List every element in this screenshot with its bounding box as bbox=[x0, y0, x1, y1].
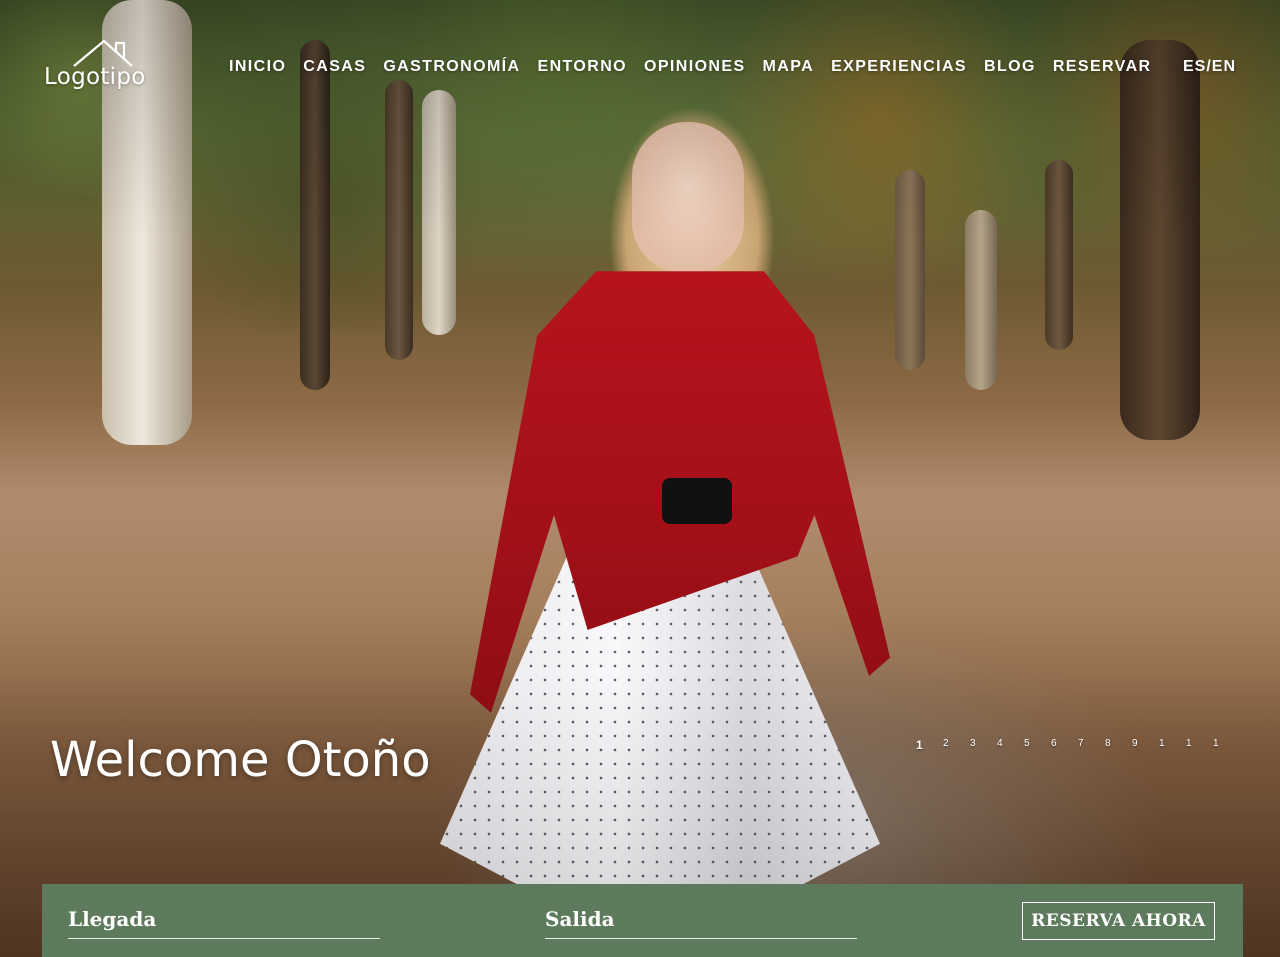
arrival-field bbox=[68, 902, 380, 939]
slide-dot[interactable]: 1 bbox=[1186, 738, 1213, 752]
language-switcher[interactable]: ES/EN bbox=[1183, 58, 1236, 76]
nav-item-experiencias[interactable]: EXPERIENCIAS bbox=[831, 58, 967, 76]
nav-item-mapa[interactable]: MAPA bbox=[763, 58, 815, 76]
main-nav: INICIO CASAS GASTRONOMÍA ENTORNO OPINION… bbox=[229, 58, 1168, 76]
reserve-now-button[interactable]: RESERVA AHORA bbox=[1022, 902, 1215, 940]
arrival-date-input[interactable] bbox=[68, 902, 380, 936]
nav-item-inicio[interactable]: INICIO bbox=[229, 58, 286, 76]
nav-item-casas[interactable]: CASAS bbox=[303, 58, 366, 76]
nav-item-gastronomia[interactable]: GASTRONOMÍA bbox=[383, 58, 520, 76]
slide-dot[interactable]: 5 bbox=[1024, 738, 1051, 752]
slide-dot[interactable]: 1 bbox=[1159, 738, 1186, 752]
logo-link[interactable]: Logotipo bbox=[44, 38, 164, 98]
slide-dot[interactable]: 1 bbox=[1213, 738, 1240, 752]
slide-dot[interactable]: 4 bbox=[997, 738, 1024, 752]
slider-pagination: 1 2 3 4 5 6 7 8 9 1 1 1 bbox=[916, 738, 1240, 752]
slide-title: Welcome Otoño bbox=[50, 732, 431, 789]
logo-text: Logotipo bbox=[44, 64, 146, 90]
booking-bar: RESERVA AHORA bbox=[42, 884, 1243, 957]
departure-date-input[interactable] bbox=[545, 902, 857, 936]
nav-item-blog[interactable]: BLOG bbox=[984, 58, 1036, 76]
departure-field bbox=[545, 902, 857, 939]
slide-dot[interactable]: 9 bbox=[1132, 738, 1159, 752]
nav-item-entorno[interactable]: ENTORNO bbox=[538, 58, 628, 76]
nav-item-opiniones[interactable]: OPINIONES bbox=[644, 58, 746, 76]
slide-dot[interactable]: 7 bbox=[1078, 738, 1105, 752]
slide-dot[interactable]: 8 bbox=[1105, 738, 1132, 752]
slide-dot[interactable]: 1 bbox=[916, 738, 943, 752]
slide-dot[interactable]: 2 bbox=[943, 738, 970, 752]
slide-dot[interactable]: 3 bbox=[970, 738, 997, 752]
photo-overlay bbox=[0, 0, 1280, 957]
hero-slide bbox=[0, 0, 1280, 957]
slide-dot[interactable]: 6 bbox=[1051, 738, 1078, 752]
nav-item-reservar[interactable]: RESERVAR bbox=[1053, 58, 1152, 76]
